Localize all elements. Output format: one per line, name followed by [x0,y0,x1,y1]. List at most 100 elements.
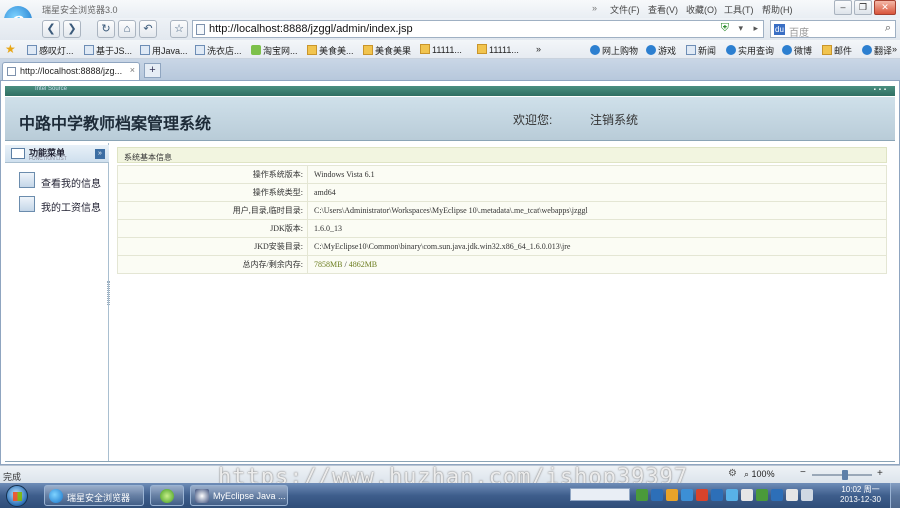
browser-title: 瑞星安全浏览器3.0 [42,5,118,15]
fav-translate[interactable]: 翻译 [862,44,892,57]
row-value: C:\MyEclipse10\Common\binary\com.sun.jav… [307,237,887,256]
fav-shopping[interactable]: 网上购物 [590,44,638,57]
home-icon[interactable]: ⌂ [118,20,136,38]
taskbar-item-myeclipse[interactable]: MyEclipse Java ... [190,485,288,506]
search-placeholder[interactable]: 百度 [789,24,809,39]
tab-active[interactable]: http://localhost:8888/jzg... × [2,62,140,80]
forward-icon[interactable]: ❯ [63,20,81,38]
sidebar-item-label[interactable]: 查看我的信息 [41,175,101,190]
tray-icon[interactable] [696,489,708,501]
fav-item[interactable]: 美食美... [307,44,354,57]
sidebar-item-label[interactable]: 我的工资信息 [41,199,101,214]
close-button[interactable]: ✕ [874,0,896,15]
row-value: Windows Vista 6.1 [307,165,887,184]
menu-help[interactable]: 帮助(H) [762,3,800,16]
security-shield-icon[interactable]: ⛨ [721,22,729,35]
favorites-right-overflow[interactable]: » [892,44,897,54]
tray-icon[interactable] [666,489,678,501]
sidebar: 功能菜单 FUNCTION LIST » 查看我的信息 我的工资信息 [5,143,109,461]
clock[interactable]: 10:02 周一 2013-12-30 [840,485,881,505]
favorites-star-icon[interactable]: ★ [5,42,16,56]
tray-icon[interactable] [771,489,783,501]
table-row: JDK版本: 1.6.0_13 [117,219,887,238]
fav-item[interactable]: 感叹灯... [27,44,74,57]
menu-calendar-icon [11,148,25,159]
fav-item[interactable]: 淘宝网... [251,44,298,57]
zoom-in-icon[interactable]: + [877,468,883,479]
settings-icon[interactable]: ⚙ [728,468,737,479]
undo-close-icon[interactable]: ↶ [139,20,157,38]
tray-icon[interactable] [756,489,768,501]
go-arrow-icon[interactable]: ▸ [753,23,758,34]
table-row: 操作系统类型: amd64 [117,183,887,202]
search-icon[interactable]: ⌕ [885,22,891,35]
fav-item[interactable]: 11111... [420,44,462,55]
address-bar[interactable]: http://localhost:8888/jzggl/admin/index.… [192,20,764,38]
table-row: 用户,目录,临时目录: C:\Users\Administrator\Works… [117,201,887,220]
restore-button[interactable]: ❐ [854,0,872,15]
collapse-icon[interactable]: » [95,149,105,159]
tab-label[interactable]: http://localhost:8888/jzg... [20,66,122,76]
app-header: 中路中学教师档案管理系统 欢迎您: 注销系统 [5,97,895,141]
page-icon [196,24,205,35]
tray-icon[interactable] [711,489,723,501]
network-icon[interactable] [786,489,798,501]
menu-file[interactable]: 文件(F) [610,3,648,16]
fav-item[interactable]: 美食美果 [363,44,411,57]
fav-item[interactable]: 洗衣店... [195,44,242,57]
new-tab-button[interactable]: + [144,63,161,78]
sidebar-splitter[interactable] [107,281,110,305]
memory-total: 7858MB [314,260,343,269]
zoom-level[interactable]: ⌕ 100% [744,469,775,480]
tab-close-icon[interactable]: × [130,65,135,75]
memory-free: 4862MB [348,260,378,269]
frame-controls[interactable]: ▪▪▪ [874,87,889,93]
tray-icon[interactable] [651,489,663,501]
start-button-icon[interactable] [6,485,28,507]
tray-icon[interactable] [726,489,738,501]
refresh-icon[interactable]: ↻ [97,20,115,38]
tray-icon[interactable] [636,489,648,501]
memory-key: 总内存/剩余内存: [117,255,308,274]
page-viewport: Intel Source ▪▪▪ 中路中学教师档案管理系统 欢迎您: 注销系统 … [0,80,900,465]
fav-query[interactable]: 实用查询 [726,44,774,57]
fav-item[interactable]: 11111... [477,44,519,55]
volume-icon[interactable] [801,489,813,501]
tray-icon[interactable] [681,489,693,501]
fav-item[interactable]: 用Java... [140,44,188,57]
logout-link[interactable]: 注销系统 [590,111,638,128]
minimize-button[interactable]: – [834,0,852,15]
taskbar-item-browser[interactable]: 瑞星安全浏览器 [44,485,144,506]
taskbar: 瑞星安全浏览器 MyEclipse Java ... 10:02 周一 2013… [0,483,900,508]
address-dropdown-icon[interactable]: ▾ [738,23,743,34]
fav-item[interactable]: 基于JS... [84,44,132,57]
fav-news[interactable]: 新闻 [686,44,716,57]
fav-games[interactable]: 游戏 [646,44,676,57]
zoom-out-icon[interactable]: − [800,467,806,478]
security-app-icon [160,489,174,503]
browser-icon [49,489,63,503]
row-key: JDK版本: [117,219,308,238]
menu-favorites[interactable]: 收藏(O) [686,3,724,16]
menu-overflow[interactable]: » [592,3,610,16]
row-key: JKD安装目录: [117,237,308,256]
address-url[interactable]: http://localhost:8888/jzggl/admin/index.… [209,23,413,35]
menu-tools[interactable]: 工具(T) [724,3,762,16]
fav-weibo[interactable]: 微博 [782,44,812,57]
taskbar-item-360[interactable] [150,485,184,506]
show-desktop-button[interactable] [890,483,900,508]
search-engine-icon[interactable]: du [774,24,785,35]
back-icon[interactable]: ❮ [42,20,60,38]
zoom-slider-knob[interactable] [842,470,848,480]
search-box[interactable]: du 百度 ⌕ [770,20,896,39]
row-key: 用户,目录,临时目录: [117,201,308,220]
favorites-overflow[interactable]: » [536,44,541,54]
menu-view[interactable]: 查看(V) [648,3,686,16]
fav-mail[interactable]: 邮件 [822,44,852,57]
row-key: 操作系统类型: [117,183,308,202]
tray-icon[interactable] [741,489,753,501]
tab-page-icon [7,67,16,76]
input-method-box[interactable] [570,488,630,501]
favorite-star-icon[interactable]: ☆ [170,20,188,38]
page-bottom-border [5,461,895,464]
